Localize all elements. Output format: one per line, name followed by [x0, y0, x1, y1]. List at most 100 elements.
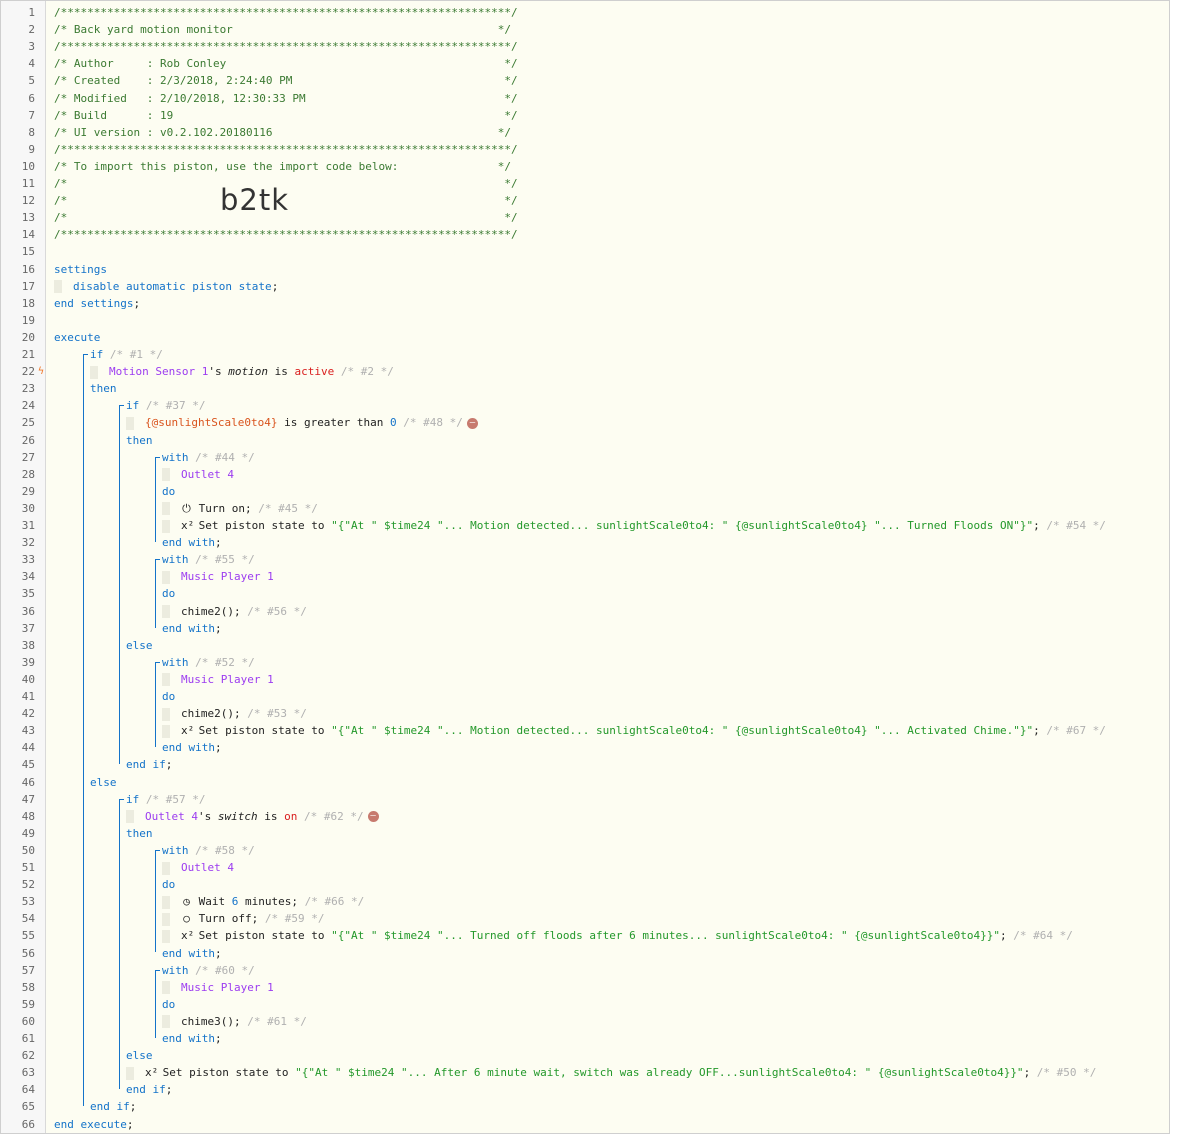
- code-line[interactable]: 24 if /* #37 */: [1, 397, 1169, 414]
- code-line[interactable]: 35 do: [1, 585, 1169, 602]
- code-line[interactable]: 13/* */: [1, 209, 1169, 226]
- code-line[interactable]: 45 end if;: [1, 756, 1169, 773]
- token-act: ;: [214, 946, 222, 960]
- token-act: 's: [208, 365, 229, 379]
- code-line[interactable]: 50 with /* #58 */: [1, 842, 1169, 859]
- code-line[interactable]: 14 /*************************************…: [1, 226, 1169, 243]
- code-line[interactable]: 57 with /* #60 */: [1, 962, 1169, 979]
- code-line[interactable]: 60 chime3(); /* #61 */: [1, 1013, 1169, 1030]
- code-line[interactable]: 56 end with;: [1, 945, 1169, 962]
- code-line[interactable]: 28 Outlet 4: [1, 466, 1169, 483]
- code-text: end if;: [90, 1098, 136, 1115]
- code-line[interactable]: 25 {@sunlightScale0to4} is greater than 0…: [1, 414, 1169, 431]
- code-line[interactable]: 33 with /* #55 */: [1, 551, 1169, 568]
- code-line[interactable]: 48 Outlet 4's switch is on /* #62 */–: [1, 808, 1169, 825]
- code-line[interactable]: 41 do: [1, 688, 1169, 705]
- code-line[interactable]: 61 end with;: [1, 1030, 1169, 1047]
- code-line[interactable]: 53 ◷ Wait 6 minutes; /* #66 */: [1, 893, 1169, 910]
- code-line[interactable]: 62 else: [1, 1047, 1169, 1064]
- code-line[interactable]: 19: [1, 312, 1169, 329]
- code-line[interactable]: 8 /* UI version : v0.2.102.20180116 */: [1, 124, 1169, 141]
- token-hdr: /* UI version : v0.2.102.20180116 */: [54, 125, 511, 139]
- code-line[interactable]: 3 /**************************************…: [1, 38, 1169, 55]
- code-line[interactable]: 6 /* Modified : 2/10/2018, 12:30:33 PM */: [1, 90, 1169, 107]
- token-kw: with: [162, 553, 189, 567]
- code-line[interactable]: 2 /* Back yard motion monitor */: [1, 21, 1169, 38]
- token-act: 's: [197, 809, 218, 823]
- token-cm: /* #58 */: [188, 843, 255, 857]
- token-kw: execute: [54, 330, 101, 344]
- code-line[interactable]: 44 end with;: [1, 739, 1169, 756]
- token-cm: /* #48 */: [396, 416, 463, 430]
- remove-condition-icon[interactable]: –: [367, 811, 379, 823]
- code-text: with /* #55 */: [162, 551, 255, 568]
- code-line[interactable]: 43 x² Set piston state to "{"At " $time24…: [1, 722, 1169, 739]
- code-line[interactable]: 1 /**************************************…: [1, 4, 1169, 21]
- import-code[interactable]: b2tk: [220, 183, 289, 217]
- line-number: 65: [21, 1100, 35, 1114]
- indent-marker: [162, 707, 170, 721]
- code-line[interactable]: 34 Music Player 1: [1, 568, 1169, 585]
- line-number: 28: [21, 467, 35, 481]
- code-line[interactable]: 47 if /* #57 */: [1, 791, 1169, 808]
- code-line[interactable]: 49 then: [1, 825, 1169, 842]
- token-act: Wait: [198, 895, 232, 909]
- code-line[interactable]: 55 x² Set piston state to "{"At " $time24…: [1, 927, 1169, 944]
- code-line[interactable]: 10 /* To import this piston, use the impo…: [1, 158, 1169, 175]
- line-number: 45: [21, 758, 35, 772]
- code-line[interactable]: 23 then: [1, 380, 1169, 397]
- code-line[interactable]: 12/* */: [1, 192, 1169, 209]
- code-line[interactable]: 37 end with;: [1, 620, 1169, 637]
- code-line[interactable]: 58 Music Player 1: [1, 979, 1169, 996]
- code-line[interactable]: 27 with /* #44 */: [1, 449, 1169, 466]
- code-line[interactable]: 18 end settings;: [1, 295, 1169, 312]
- code-line[interactable]: 39 with /* #52 */: [1, 654, 1169, 671]
- code-line[interactable]: 15: [1, 243, 1169, 260]
- code-line[interactable]: 30 ⏻ Turn on; /* #45 */: [1, 500, 1169, 517]
- code-text: end settings;: [54, 295, 140, 312]
- code-text: then: [126, 432, 153, 449]
- code-line[interactable]: 42 chime2(); /* #53 */: [1, 705, 1169, 722]
- code-line[interactable]: 31 x² Set piston state to "{"At " $time24…: [1, 517, 1169, 534]
- code-line[interactable]: 7 /* Build : 19 */: [1, 107, 1169, 124]
- code-text: then: [90, 380, 117, 397]
- code-line[interactable]: 17 disable automatic piston state;: [1, 278, 1169, 295]
- code-line[interactable]: 4 /* Author : Rob Conley */: [1, 55, 1169, 72]
- token-cm: /* #2 */: [334, 365, 394, 379]
- code-line[interactable]: 46 else: [1, 774, 1169, 791]
- token-act: ;: [214, 536, 222, 550]
- code-line[interactable]: 63 x² Set piston state to "{"At " $time24…: [1, 1064, 1169, 1081]
- block-bracket: [119, 798, 120, 1090]
- line-number: 42: [21, 707, 35, 721]
- code-line[interactable]: 40 Music Player 1: [1, 671, 1169, 688]
- code-line[interactable]: 9 /**************************************…: [1, 141, 1169, 158]
- code-line[interactable]: 65 end if;: [1, 1098, 1169, 1115]
- code-line[interactable]: 59 do: [1, 996, 1169, 1013]
- code-line[interactable]: 16 settings: [1, 261, 1169, 278]
- code-line[interactable]: 26 then: [1, 432, 1169, 449]
- code-line[interactable]: 32 end with;: [1, 534, 1169, 551]
- code-line[interactable]: 29 do: [1, 483, 1169, 500]
- code-line[interactable]: 21 if /* #1 */: [1, 346, 1169, 363]
- token-str: "{"At " $time24 "... Motion detected... …: [331, 519, 1034, 532]
- code-line[interactable]: 20 execute: [1, 329, 1169, 346]
- code-text: if /* #37 */: [126, 397, 205, 414]
- code-line[interactable]: 11/* */: [1, 175, 1169, 192]
- code-line[interactable]: 36 chime2(); /* #56 */: [1, 603, 1169, 620]
- code-line[interactable]: 64 end if;: [1, 1081, 1169, 1098]
- code-line[interactable]: 54 ○ Turn off; /* #59 */: [1, 910, 1169, 927]
- token-act: Set piston state to: [162, 1066, 296, 1080]
- code-line[interactable]: 52 do: [1, 876, 1169, 893]
- code-line[interactable]: 51 Outlet 4: [1, 859, 1169, 876]
- code-line[interactable]: 66 end execute;: [1, 1116, 1169, 1133]
- code-text: Outlet 4: [162, 466, 234, 483]
- code-line[interactable]: 38 else: [1, 637, 1169, 654]
- code-text: Motion Sensor 1's motion is active /* #2…: [90, 363, 394, 380]
- code-line[interactable]: 22 ϟ Motion Sensor 1's motion is active /*…: [1, 363, 1169, 380]
- line-number: 47: [21, 792, 35, 806]
- code-line[interactable]: 5 /* Created : 2/3/2018, 2:24:40 PM */: [1, 72, 1169, 89]
- token-kw: with: [162, 450, 189, 464]
- indent-marker: [162, 570, 170, 584]
- remove-condition-icon[interactable]: –: [466, 417, 478, 429]
- token-cm: /* #44 */: [188, 450, 255, 464]
